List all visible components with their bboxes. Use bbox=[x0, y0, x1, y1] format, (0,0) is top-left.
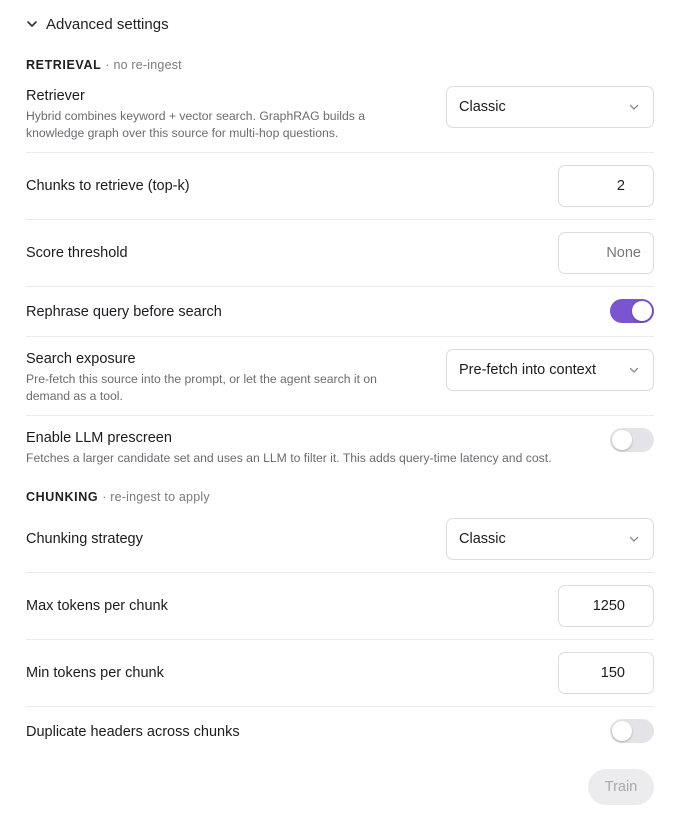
prescreen-row: Enable LLM prescreen Fetches a larger ca… bbox=[26, 416, 654, 476]
chevron-down-icon bbox=[629, 367, 639, 373]
retriever-label: Retriever bbox=[26, 88, 85, 104]
chunking-strategy-select[interactable]: Classic bbox=[446, 518, 654, 560]
min-tokens-row: Min tokens per chunk bbox=[26, 640, 654, 707]
chunking-note: re-ingest to apply bbox=[110, 490, 210, 504]
toggle-knob bbox=[612, 721, 632, 741]
top-k-row: Chunks to retrieve (top-k) bbox=[26, 153, 654, 220]
duplicate-headers-row: Duplicate headers across chunks bbox=[26, 707, 654, 757]
chevron-down-icon bbox=[629, 536, 639, 542]
chunking-section-title: CHUNKING · re-ingest to apply bbox=[26, 490, 210, 504]
top-k-input[interactable] bbox=[558, 165, 654, 207]
score-threshold-label: Score threshold bbox=[26, 245, 128, 261]
chevron-down-icon bbox=[27, 21, 37, 27]
retrieval-note: no re-ingest bbox=[113, 58, 182, 72]
retriever-select-value: Classic bbox=[459, 99, 506, 115]
top-k-label: Chunks to retrieve (top-k) bbox=[26, 178, 190, 194]
search-exposure-label: Search exposure bbox=[26, 351, 136, 367]
prescreen-description: Fetches a larger candidate set and uses … bbox=[26, 451, 552, 465]
retrieval-title: RETRIEVAL bbox=[26, 58, 102, 72]
retriever-row: Retriever Hybrid combines keyword + vect… bbox=[26, 80, 654, 153]
search-exposure-description: Pre-fetch this source into the prompt, o… bbox=[26, 372, 377, 403]
retriever-description: Hybrid combines keyword + vector search.… bbox=[26, 109, 366, 140]
duplicate-headers-label: Duplicate headers across chunks bbox=[26, 724, 240, 740]
rephrase-toggle[interactable] bbox=[610, 299, 654, 323]
advanced-settings-toggle[interactable]: Advanced settings bbox=[26, 14, 169, 34]
toggle-knob bbox=[632, 301, 652, 321]
retriever-select[interactable]: Classic bbox=[446, 86, 654, 128]
duplicate-headers-toggle[interactable] bbox=[610, 719, 654, 743]
search-exposure-select-value: Pre-fetch into context bbox=[459, 362, 597, 378]
advanced-settings-label: Advanced settings bbox=[46, 15, 169, 33]
prescreen-toggle[interactable] bbox=[610, 428, 654, 452]
rephrase-row: Rephrase query before search bbox=[26, 287, 654, 337]
chunking-strategy-select-value: Classic bbox=[459, 531, 506, 547]
rephrase-label: Rephrase query before search bbox=[26, 304, 222, 320]
chunking-strategy-label: Chunking strategy bbox=[26, 531, 143, 547]
score-threshold-row: Score threshold bbox=[26, 220, 654, 287]
search-exposure-select[interactable]: Pre-fetch into context bbox=[446, 349, 654, 391]
min-tokens-input[interactable] bbox=[558, 652, 654, 694]
max-tokens-input[interactable] bbox=[558, 585, 654, 627]
prescreen-label: Enable LLM prescreen bbox=[26, 430, 172, 446]
score-threshold-input[interactable] bbox=[558, 232, 654, 274]
retrieval-section-title: RETRIEVAL · no re-ingest bbox=[26, 58, 182, 72]
chevron-down-icon bbox=[629, 104, 639, 110]
max-tokens-label: Max tokens per chunk bbox=[26, 598, 168, 614]
chunking-strategy-row: Chunking strategy Classic bbox=[26, 512, 654, 573]
train-button[interactable]: Train bbox=[588, 769, 654, 805]
chunking-title: CHUNKING bbox=[26, 490, 99, 504]
toggle-knob bbox=[612, 430, 632, 450]
min-tokens-label: Min tokens per chunk bbox=[26, 665, 164, 681]
search-exposure-row: Search exposure Pre-fetch this source in… bbox=[26, 337, 654, 416]
max-tokens-row: Max tokens per chunk bbox=[26, 573, 654, 640]
